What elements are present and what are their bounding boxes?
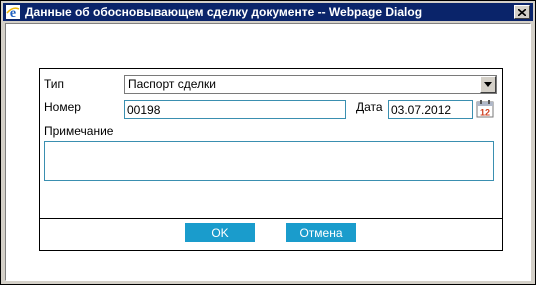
cancel-button[interactable]: Отмена (286, 223, 356, 242)
close-button[interactable] (514, 5, 530, 19)
dropdown-arrow-icon[interactable] (480, 76, 496, 93)
ie-icon: e (5, 4, 21, 21)
number-label: Номер (44, 100, 81, 114)
calendar-day: 12 (480, 108, 490, 118)
dialog-window: e Данные об обосновывающем сделку докуме… (0, 0, 536, 285)
dialog-body: Тип Паспорт сделки Номер Дата 12 (5, 23, 531, 281)
divider (40, 218, 502, 219)
note-label: Примечание (44, 124, 114, 138)
date-input[interactable] (388, 100, 473, 119)
note-textarea[interactable] (44, 141, 494, 181)
ok-button[interactable]: OK (185, 223, 255, 242)
number-input[interactable] (124, 100, 346, 119)
document-form: Тип Паспорт сделки Номер Дата 12 (39, 68, 503, 251)
type-select[interactable]: Паспорт сделки (124, 75, 497, 94)
date-label: Дата (356, 100, 383, 114)
title-bar[interactable]: e Данные об обосновывающем сделку докуме… (3, 3, 533, 21)
type-select-value: Паспорт сделки (128, 77, 216, 91)
calendar-icon[interactable]: 12 (476, 100, 494, 118)
type-label: Тип (44, 77, 65, 91)
window-title: Данные об обосновывающем сделку документ… (25, 5, 423, 19)
close-icon (518, 8, 526, 16)
